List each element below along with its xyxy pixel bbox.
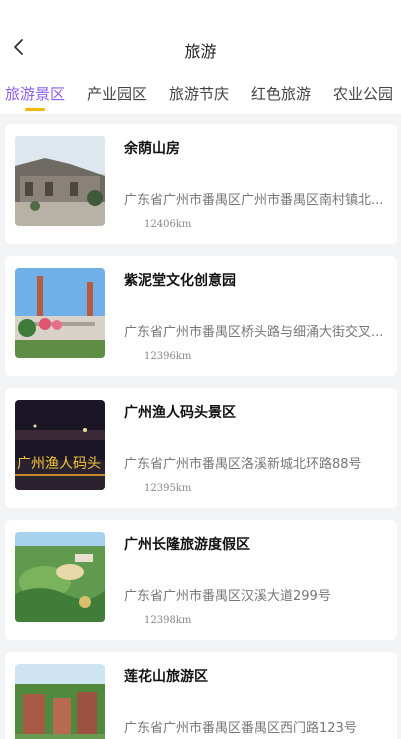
spot-card[interactable]: 莲花山旅游区 广东省广州市番禺区番禺区西门路123号 — [5, 652, 397, 739]
tab-tourism-festivals[interactable]: 旅游节庆 — [169, 83, 229, 104]
spot-distance: 12406km — [144, 219, 192, 230]
spot-thumbnail — [15, 268, 105, 358]
spot-thumbnail — [15, 532, 105, 622]
active-tab-indicator — [25, 108, 45, 111]
image-sign-text: 广州渔人码头 — [17, 456, 101, 472]
spot-thumbnail: 广州渔人码头 — [15, 400, 105, 490]
spot-name: 紫泥堂文化创意园 — [124, 273, 236, 289]
tab-scenic-spots[interactable]: 旅游景区 — [5, 83, 65, 104]
tab-red-tourism[interactable]: 红色旅游 — [251, 83, 311, 104]
page-title: 旅游 — [184, 42, 217, 61]
app-header: 旅游 旅游景区 产业园区 旅游节庆 红色旅游 农业公园 — [0, 0, 401, 114]
tab-industrial-parks[interactable]: 产业园区 — [87, 83, 147, 104]
spot-thumbnail — [15, 136, 105, 226]
spot-card[interactable]: 广州长隆旅游度假区 广东省广州市番禺区汉溪大道299号 12398km — [5, 520, 397, 640]
spot-card[interactable]: 广州渔人码头 广州渔人码头景区 广东省广州市番禺区洛溪新城北环路88号 1239… — [5, 388, 397, 508]
spot-name: 莲花山旅游区 — [124, 669, 208, 685]
spot-card[interactable]: 紫泥堂文化创意园 广东省广州市番禺区桥头路与细涌大街交叉... 12396km — [5, 256, 397, 376]
spot-name: 余荫山房 — [124, 141, 180, 157]
tab-agricultural-parks[interactable]: 农业公园 — [333, 83, 393, 104]
spot-thumbnail — [15, 664, 105, 739]
spot-address: 广东省广州市番禺区番禺区西门路123号 — [124, 721, 357, 736]
spot-address: 广东省广州市番禺区洛溪新城北环路88号 — [124, 457, 362, 472]
spot-address: 广东省广州市番禺区汉溪大道299号 — [124, 589, 331, 604]
spot-address: 广东省广州市番禺区广州市番禺区南村镇北... — [124, 193, 384, 208]
spot-distance: 12395km — [144, 483, 192, 494]
spot-name: 广州渔人码头景区 — [124, 405, 236, 421]
spot-distance: 12398km — [144, 615, 192, 626]
category-tabs: 旅游景区 产业园区 旅游节庆 红色旅游 农业公园 — [0, 80, 401, 114]
spot-card[interactable]: 余荫山房 广东省广州市番禺区广州市番禺区南村镇北... 12406km — [5, 124, 397, 244]
spot-distance: 12396km — [144, 351, 192, 362]
spot-address: 广东省广州市番禺区桥头路与细涌大街交叉... — [124, 325, 384, 340]
spot-name: 广州长隆旅游度假区 — [124, 537, 250, 553]
